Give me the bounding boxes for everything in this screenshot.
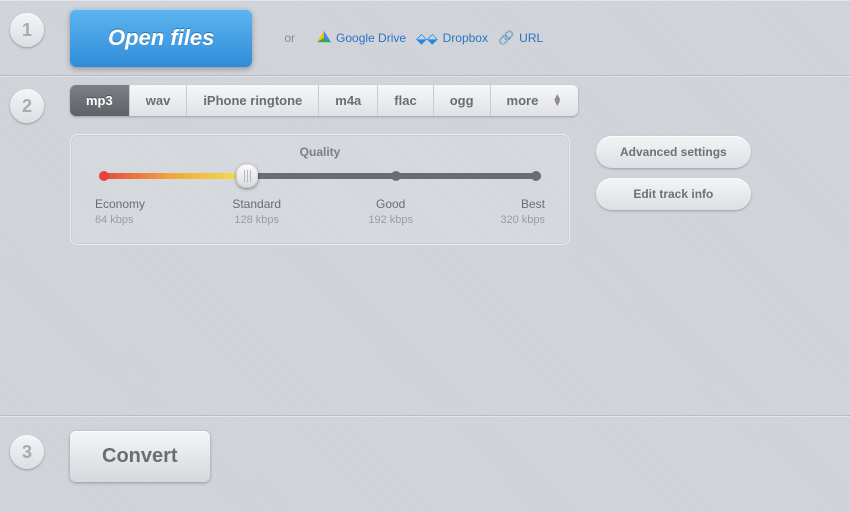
slider-notch-best — [531, 171, 541, 181]
quality-labels: Economy 64 kbps Standard 128 kbps Good 1… — [95, 197, 545, 226]
step-badge-3: 3 — [10, 435, 44, 469]
quality-level-standard: Standard 128 kbps — [232, 197, 281, 226]
slider-notch-good — [391, 171, 401, 181]
advanced-settings-button[interactable]: Advanced settings — [596, 136, 751, 168]
slider-gradient — [99, 173, 245, 179]
source-dropbox[interactable]: ⬙⬙ Dropbox — [416, 31, 488, 45]
link-icon: 🔗 — [498, 30, 514, 46]
source-url[interactable]: 🔗 URL — [498, 30, 543, 46]
sort-icon: ▲▼ — [552, 95, 562, 107]
or-label: or — [284, 31, 295, 45]
quality-name: Best — [500, 197, 545, 211]
open-files-button[interactable]: Open files — [70, 9, 252, 67]
side-buttons: Advanced settings Edit track info — [596, 136, 751, 210]
quality-name: Economy — [95, 197, 145, 211]
quality-rate: 192 kbps — [368, 214, 413, 226]
quality-level-best: Best 320 kbps — [500, 197, 545, 226]
quality-level-good: Good 192 kbps — [368, 197, 413, 226]
quality-slider[interactable] — [99, 169, 541, 183]
quality-level-economy: Economy 64 kbps — [95, 197, 145, 226]
edit-track-info-button[interactable]: Edit track info — [596, 178, 751, 210]
quality-rate: 320 kbps — [500, 214, 545, 226]
quality-rate: 64 kbps — [95, 214, 145, 226]
url-label: URL — [519, 31, 543, 45]
tab-flac[interactable]: flac — [378, 85, 433, 116]
source-google-drive[interactable]: Google Drive — [317, 31, 406, 45]
tab-more-label: more — [507, 93, 539, 108]
tab-wav[interactable]: wav — [130, 85, 188, 116]
section-open: 1 Open files or Google Drive ⬙⬙ Dropbox … — [0, 0, 850, 76]
tab-ogg[interactable]: ogg — [434, 85, 491, 116]
google-drive-icon — [317, 31, 331, 45]
quality-name: Good — [368, 197, 413, 211]
step-badge-1: 1 — [10, 13, 44, 47]
section-format: 2 mp3 wav iPhone ringtone m4a flac ogg m… — [0, 76, 850, 416]
format-body: mp3 wav iPhone ringtone m4a flac ogg mor… — [70, 85, 838, 245]
quality-panel: Quality Economy 64 kbps Standard — [70, 134, 570, 245]
step-badge-2: 2 — [10, 89, 44, 123]
open-row: Open files or Google Drive ⬙⬙ Dropbox 🔗 … — [70, 9, 543, 67]
dropbox-icon: ⬙⬙ — [416, 31, 438, 45]
quality-title: Quality — [95, 145, 545, 159]
tab-mp3[interactable]: mp3 — [70, 85, 130, 116]
convert-button[interactable]: Convert — [70, 431, 210, 482]
quality-name: Standard — [232, 197, 281, 211]
slider-notch-economy — [99, 171, 109, 181]
google-drive-label: Google Drive — [336, 31, 406, 45]
tab-more[interactable]: more ▲▼ — [491, 85, 579, 116]
quality-rate: 128 kbps — [232, 214, 281, 226]
dropbox-label: Dropbox — [443, 31, 488, 45]
section-convert: 3 Convert — [0, 416, 850, 500]
format-tabs: mp3 wav iPhone ringtone m4a flac ogg mor… — [70, 85, 578, 116]
slider-handle[interactable] — [236, 164, 258, 188]
tab-m4a[interactable]: m4a — [319, 85, 378, 116]
tab-iphone-ringtone[interactable]: iPhone ringtone — [187, 85, 319, 116]
quality-row: Quality Economy 64 kbps Standard — [70, 134, 838, 245]
